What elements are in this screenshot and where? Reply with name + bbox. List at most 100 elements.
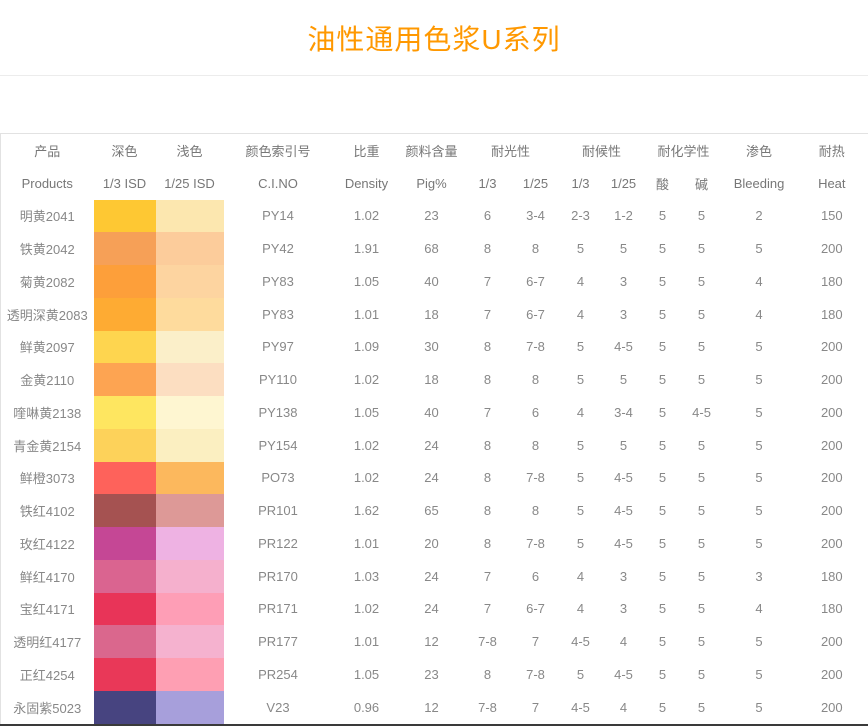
color-index-cell: PY154 (224, 429, 333, 462)
column-header-product: 产品 (1, 134, 94, 167)
table-row: 永固紫5023 V23 0.96 12 7-8 7 4-5 4 5 5 5 20… (1, 691, 868, 724)
density-cell: 1.02 (333, 200, 401, 233)
color-index-cell: PO73 (224, 462, 333, 495)
acid-resistance-cell: 5 (645, 494, 681, 527)
alkali-resistance-cell: 5 (681, 527, 723, 560)
lightfastness-1-3-cell: 8 (463, 363, 513, 396)
color-index-cell: PR170 (224, 560, 333, 593)
product-name-cell: 宝红4171 (1, 593, 94, 626)
acid-resistance-cell: 5 (645, 331, 681, 364)
dark-color-swatch (94, 625, 156, 658)
heat-resistance-cell: 200 (796, 396, 868, 429)
alkali-resistance-cell: 5 (681, 658, 723, 691)
dark-color-swatch (94, 363, 156, 396)
density-cell: 1.02 (333, 363, 401, 396)
lightfastness-1-3-cell: 7 (463, 560, 513, 593)
heat-resistance-cell: 200 (796, 494, 868, 527)
subheader-1-25-isd: 1/25 ISD (156, 167, 224, 200)
light-color-swatch (156, 298, 224, 331)
color-index-cell: PY14 (224, 200, 333, 233)
bleeding-cell: 5 (723, 396, 796, 429)
weatherfastness-1-3-cell: 5 (559, 462, 603, 495)
column-header-dark: 深色 (94, 134, 156, 167)
weatherfastness-1-3-cell: 5 (559, 658, 603, 691)
pigment-content-cell: 12 (401, 625, 463, 658)
bleeding-cell: 5 (723, 363, 796, 396)
dark-color-swatch (94, 200, 156, 233)
alkali-resistance-cell: 5 (681, 363, 723, 396)
bleeding-cell: 4 (723, 298, 796, 331)
bleeding-cell: 5 (723, 429, 796, 462)
weatherfastness-1-25-cell: 1-2 (603, 200, 645, 233)
dark-color-swatch (94, 429, 156, 462)
acid-resistance-cell: 5 (645, 462, 681, 495)
dark-color-swatch (94, 560, 156, 593)
lightfastness-1-3-cell: 7 (463, 265, 513, 298)
dark-color-swatch (94, 527, 156, 560)
density-cell: 1.01 (333, 527, 401, 560)
bleeding-cell: 5 (723, 658, 796, 691)
table-row: 金黄2110 PY110 1.02 18 8 8 5 5 5 5 5 200 (1, 363, 868, 396)
product-name-cell: 透明深黄2083 (1, 298, 94, 331)
density-cell: 1.05 (333, 265, 401, 298)
product-name-cell: 鲜红4170 (1, 560, 94, 593)
pigment-content-cell: 23 (401, 200, 463, 233)
lightfastness-1-25-cell: 3-4 (513, 200, 559, 233)
heat-resistance-cell: 200 (796, 331, 868, 364)
pigment-content-cell: 40 (401, 265, 463, 298)
subheader-acid: 酸 (645, 167, 681, 200)
subheader-alkali: 碱 (681, 167, 723, 200)
product-name-cell: 鲜黄2097 (1, 331, 94, 364)
density-cell: 1.02 (333, 429, 401, 462)
acid-resistance-cell: 5 (645, 691, 681, 724)
heat-resistance-cell: 150 (796, 200, 868, 233)
bleeding-cell: 5 (723, 625, 796, 658)
bleeding-cell: 5 (723, 691, 796, 724)
pigment-content-cell: 40 (401, 396, 463, 429)
density-cell: 1.91 (333, 232, 401, 265)
subheader-heat: Heat (796, 167, 868, 200)
product-name-cell: 永固紫5023 (1, 691, 94, 724)
subheader-lf-1-3: 1/3 (463, 167, 513, 200)
pigment-content-cell: 24 (401, 429, 463, 462)
alkali-resistance-cell: 4-5 (681, 396, 723, 429)
lightfastness-1-25-cell: 7 (513, 625, 559, 658)
weatherfastness-1-3-cell: 4 (559, 265, 603, 298)
table-body: 明黄2041 PY14 1.02 23 6 3-4 2-3 1-2 5 5 2 … (1, 200, 868, 724)
weatherfastness-1-25-cell: 3 (603, 560, 645, 593)
alkali-resistance-cell: 5 (681, 625, 723, 658)
heat-resistance-cell: 200 (796, 429, 868, 462)
light-color-swatch (156, 200, 224, 233)
product-name-cell: 鲜橙3073 (1, 462, 94, 495)
header-row-top: 产品 深色 浅色 颜色索引号 比重 颜料含量 耐光性 耐候性 耐化学性 渗色 耐… (1, 134, 868, 167)
table-row: 透明深黄2083 PY83 1.01 18 7 6-7 4 3 5 5 4 18… (1, 298, 868, 331)
light-color-swatch (156, 429, 224, 462)
weatherfastness-1-25-cell: 3 (603, 593, 645, 626)
lightfastness-1-3-cell: 8 (463, 331, 513, 364)
light-color-swatch (156, 265, 224, 298)
dark-color-swatch (94, 494, 156, 527)
column-group-lightfastness: 耐光性 (463, 134, 559, 167)
table-row: 鲜黄2097 PY97 1.09 30 8 7-8 5 4-5 5 5 5 20… (1, 331, 868, 364)
density-cell: 1.02 (333, 462, 401, 495)
acid-resistance-cell: 5 (645, 265, 681, 298)
dark-color-swatch (94, 593, 156, 626)
weatherfastness-1-3-cell: 4 (559, 593, 603, 626)
table-row: 正红4254 PR254 1.05 23 8 7-8 5 4-5 5 5 5 2… (1, 658, 868, 691)
weatherfastness-1-25-cell: 4 (603, 691, 645, 724)
lightfastness-1-25-cell: 8 (513, 232, 559, 265)
alkali-resistance-cell: 5 (681, 298, 723, 331)
heat-resistance-cell: 180 (796, 593, 868, 626)
heat-resistance-cell: 200 (796, 462, 868, 495)
lightfastness-1-3-cell: 8 (463, 232, 513, 265)
weatherfastness-1-3-cell: 5 (559, 363, 603, 396)
weatherfastness-1-3-cell: 4 (559, 560, 603, 593)
heat-resistance-cell: 200 (796, 691, 868, 724)
lightfastness-1-3-cell: 6 (463, 200, 513, 233)
table-row: 青金黄2154 PY154 1.02 24 8 8 5 5 5 5 5 200 (1, 429, 868, 462)
lightfastness-1-3-cell: 7 (463, 593, 513, 626)
page-title: 油性通用色浆U系列 (307, 18, 560, 58)
table-row: 鲜红4170 PR170 1.03 24 7 6 4 3 5 5 3 180 (1, 560, 868, 593)
color-index-cell: PY97 (224, 331, 333, 364)
weatherfastness-1-3-cell: 5 (559, 527, 603, 560)
